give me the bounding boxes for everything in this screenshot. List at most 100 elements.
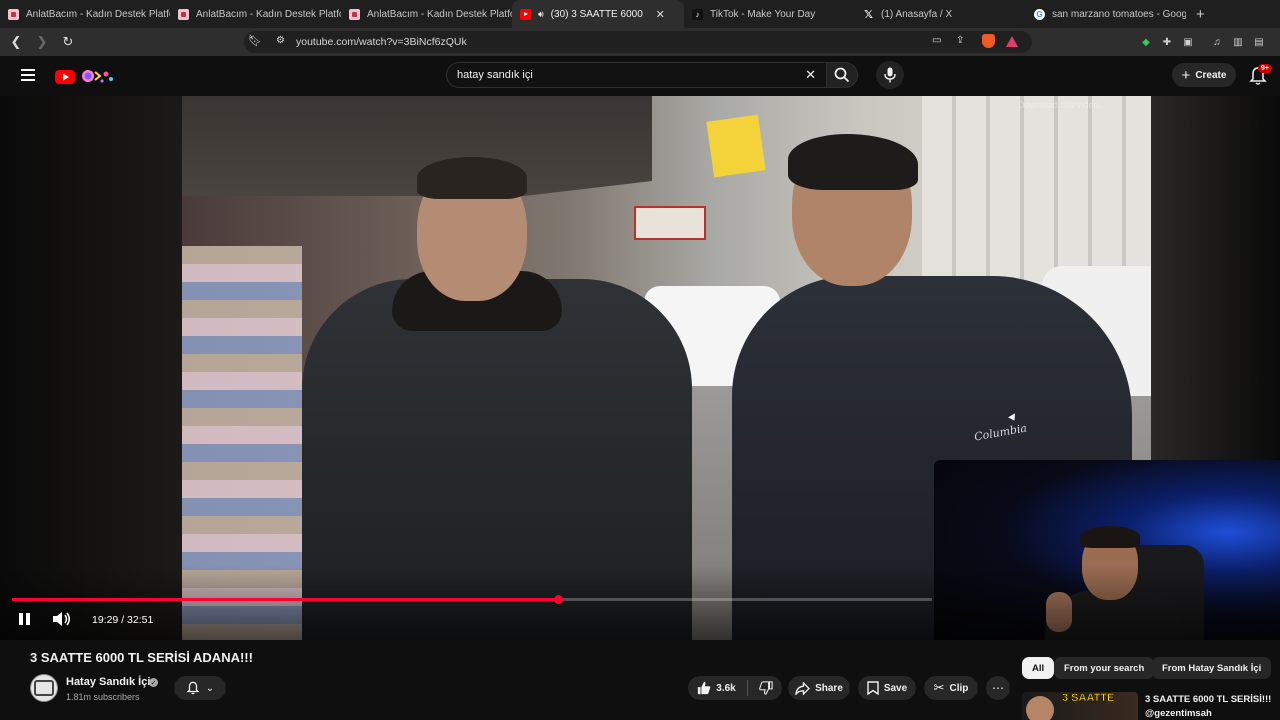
notification-badge: 9+ [1258,64,1272,73]
clear-search-icon[interactable]: ✕ [805,67,816,83]
thumbnail-text: 3 SAATTE [1062,692,1115,704]
video-title: 3 SAATTE 6000 TL SERİSİ ADANA!!! [30,650,253,665]
video-watermark: Download this video... [1018,100,1107,110]
pause-icon[interactable] [18,612,32,626]
brave-shield-icon[interactable] [982,34,995,48]
anlatbacim-favicon-icon [178,8,189,20]
time-display: 19:29 / 32:51 [92,614,154,626]
brave-rewards-icon[interactable] [1006,36,1018,47]
screenshot-icon[interactable]: ▣ [1180,34,1196,50]
speaker-icon: 🔊︎ [538,8,544,19]
tab-title: (1) Anasayfa / X [881,8,953,20]
clip-button[interactable]: ✂ Clip [924,676,978,700]
tab-tiktok[interactable]: ♪ TikTok - Make Your Day [684,0,855,28]
address-bar[interactable]: 🔖︎ ⚙ youtube.com/watch?v=3BiNcf6zQUk ▭ ⇪ [244,31,1032,53]
progress-bar[interactable] [12,595,932,604]
search-icon [834,67,850,83]
share-arrow-icon [795,681,811,695]
microphone-icon [884,67,896,83]
create-button[interactable]: + Create [1172,63,1236,87]
scissors-icon: ✂ [933,680,945,695]
bookmark-icon[interactable]: 🔖︎ [248,34,262,47]
media-control-icon[interactable]: ♫ [1209,34,1225,50]
extension-area: ◆ ✚ ▣ ♫ ▥ ▤ [1138,34,1267,50]
recommendation-channel[interactable]: @gezentimsah [1145,708,1212,719]
anlatbacim-favicon-icon [349,8,360,20]
wallet-icon[interactable]: ▤ [1251,34,1267,50]
streamer-hair [1080,526,1140,548]
tab-anlatbacim-3[interactable]: AnlatBacım - Kadın Destek Platformu [341,0,512,28]
browser-toolbar: ❮ ❯ ↻ 🔖︎ ⚙ youtube.com/watch?v=3BiNcf6zQ… [0,28,1280,56]
like-dislike-group: 3.6k [688,676,782,700]
progress-fill [12,598,558,601]
notification-subscribe-button[interactable]: ⌄ [174,676,226,700]
volume-icon[interactable] [52,611,72,627]
save-label: Save [883,682,908,694]
more-actions-icon[interactable]: ⋯ [986,676,1010,700]
plus-icon: + [1181,66,1191,84]
search-button[interactable] [826,62,858,88]
tab-title: AnlatBacım - Kadın Destek Platformu [196,8,341,20]
recommendation-title[interactable]: 3 SAATTE 6000 TL SERİSİ!!! [1145,694,1271,705]
forward-icon[interactable]: ❯ [32,32,52,52]
create-label: Create [1195,69,1227,81]
reload-icon[interactable]: ↻ [58,32,78,52]
tab-anlatbacim-2[interactable]: AnlatBacım - Kadın Destek Platformu [170,0,341,28]
anlatbacim-favicon-icon [8,8,19,20]
tab-title: (30) 3 SAATTE 6000 TL SERİSİ [550,8,643,20]
scrubber-handle[interactable] [553,595,563,604]
person-right-hair [788,134,918,190]
chip-from-your-search[interactable]: From your search [1054,657,1155,679]
extension-leaf-icon[interactable]: ◆ [1138,34,1154,50]
controls-gradient [0,566,1280,640]
save-button[interactable]: Save [858,676,916,700]
thumb-person [1026,696,1054,720]
video-player[interactable]: Columbia Download this video... 19:29 / … [0,96,1280,640]
bookmark-save-icon [867,681,879,695]
bell-icon [186,681,200,695]
ambient-left [0,96,182,640]
thumbs-down-icon[interactable] [758,681,773,695]
tiktok-favicon-icon: ♪ [692,8,703,20]
tab-google[interactable]: G san marzano tomatoes - Google Sea [1026,0,1186,28]
like-divider [746,680,748,696]
like-count: 3.6k [716,682,736,694]
search-input[interactable]: hatay sandık içi ✕ [446,62,826,88]
channel-name[interactable]: Hatay Sandık İçi [66,676,150,688]
person-left-hair [417,157,527,199]
tab-title: AnlatBacım - Kadın Destek Platformu [26,8,170,20]
like-button[interactable]: 3.6k [697,681,736,695]
share-label: Share [815,682,843,694]
voice-search-button[interactable] [876,61,904,89]
tab-title: AnlatBacım - Kadın Destek Platformu [367,8,512,20]
channel-avatar[interactable] [30,674,58,702]
chevron-down-icon: ⌄ [205,682,215,694]
recommendation-thumbnail[interactable]: 3 SAATTE [1022,692,1138,720]
tab-anlatbacim-1[interactable]: AnlatBacım - Kadın Destek Platformu [0,0,170,28]
tab-close-icon[interactable]: ✕ [656,8,665,21]
new-tab-button[interactable]: + [1196,6,1205,23]
chip-from-channel[interactable]: From Hatay Sandık İçi [1152,657,1272,679]
clip-label: Clip [949,682,969,694]
subscriber-count: 1.81m subscribers [66,692,140,702]
share-page-icon[interactable]: ⇪ [956,35,964,46]
tab-title: san marzano tomatoes - Google Sea [1052,8,1186,20]
menu-icon[interactable] [21,69,35,81]
extensions-puzzle-icon[interactable]: ✚ [1159,34,1175,50]
youtube-logo-icon[interactable] [55,66,117,86]
tab-x[interactable]: 𝕏 (1) Anasayfa / X [855,0,1026,28]
google-favicon-icon: G [1034,8,1045,20]
youtube-header: hatay sandık içi ✕ + Create 9+ [0,56,1280,96]
url-text: youtube.com/watch?v=3BiNcf6zQUk [296,36,467,48]
cast-icon[interactable]: ▭ [932,35,941,46]
tab-youtube-active[interactable]: 🔊︎ (30) 3 SAATTE 6000 TL SERİSİ ✕ [512,0,684,28]
sidebar-icon[interactable]: ▥ [1230,34,1246,50]
share-button[interactable]: Share [788,676,850,700]
verified-badge-icon: ✓ [149,678,158,687]
back-icon[interactable]: ❮ [6,32,26,52]
x-favicon-icon: 𝕏 [864,8,873,21]
chip-all[interactable]: All [1022,657,1055,679]
site-info-icon[interactable]: ⚙ [276,35,285,46]
tab-title: TikTok - Make Your Day [710,8,816,20]
search-query: hatay sandık içi [457,69,533,81]
